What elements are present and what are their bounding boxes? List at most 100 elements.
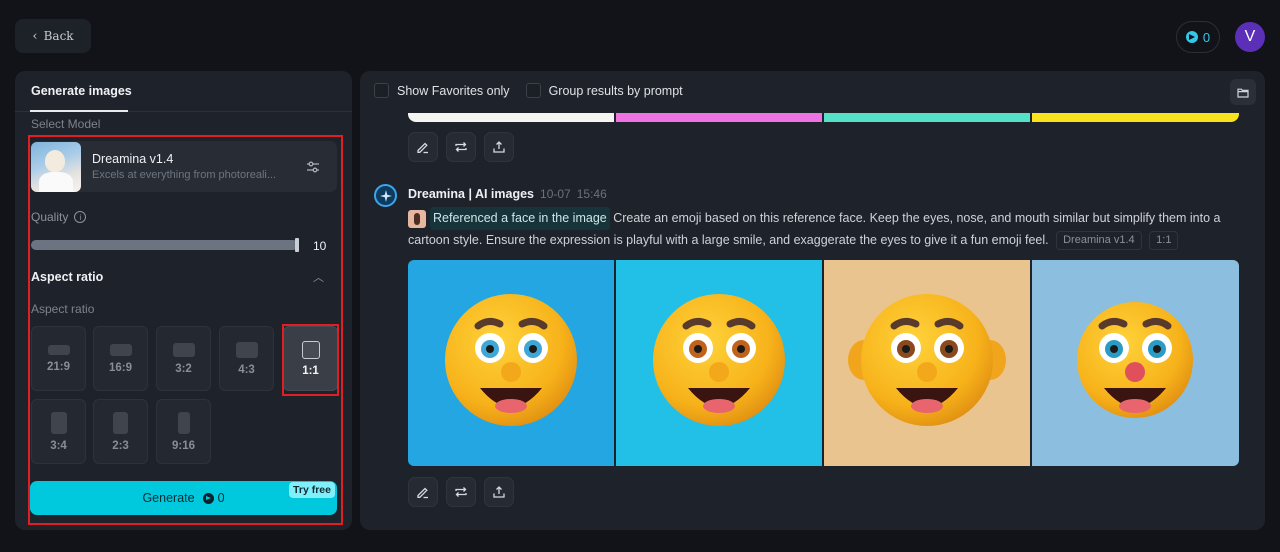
ratio-4-3-icon [235,341,258,358]
model-description: Excels at everything from photoreali... [92,169,277,181]
result-image-4[interactable] [1032,260,1239,466]
export-button[interactable] [484,132,514,162]
folder-icon [1237,88,1249,98]
repeat-icon [455,487,467,497]
quality-slider-fill [31,240,298,250]
emoji-image [616,260,822,466]
ratio-option-2-3[interactable]: 2:3 [93,399,148,464]
ratio-21-9-icon [47,344,70,355]
result-actions [408,477,514,507]
ratio-option-1-1[interactable]: 1:1 [283,326,338,391]
ratio-3-4-icon [50,411,67,434]
emoji-image [408,260,614,466]
upload-icon [493,486,505,498]
generate-button[interactable]: Generate 0 Try free [30,481,337,515]
quality-value: 10 [313,239,327,253]
generate-cost: 0 [217,491,225,505]
ratio-label: 16:9 [108,361,133,374]
model-thumbnail [31,141,81,192]
show-favorites-toggle[interactable]: Show Favorites only [374,83,510,98]
ratio-16-9-icon [109,343,132,356]
quality-label-text: Quality [31,210,69,224]
dreamina-logo-icon [374,184,397,207]
chevron-up-icon[interactable]: ︿ [313,269,324,285]
ratio-label: 4:3 [238,363,255,376]
try-free-badge: Try free [289,482,335,498]
ratio-option-4-3[interactable]: 4:3 [219,326,274,391]
message-prompt: Referenced a face in the image Create an… [408,207,1238,251]
regenerate-button[interactable] [446,477,476,507]
aspect-ratio-section-title: Aspect ratio [31,270,104,284]
active-tab-indicator [30,110,128,112]
previous-result-image[interactable] [824,113,1030,122]
edit-button[interactable] [408,132,438,162]
pencil-icon [417,487,428,499]
folder-button[interactable] [1230,79,1256,105]
tab-generate-images[interactable]: Generate images [31,84,132,98]
ratio-label: 2:3 [112,439,129,452]
ratio-option-21-9[interactable]: 21:9 [31,326,86,391]
reference-label: Referenced a face in the image [430,207,610,230]
pencil-icon [417,142,428,154]
ratio-option-3-4[interactable]: 3:4 [31,399,86,464]
previous-result-actions [408,132,514,162]
group-results-toggle[interactable]: Group results by prompt [525,83,683,98]
aspect-ratio-label: Aspect ratio [31,302,95,316]
model-name: Dreamina v1.4 [92,152,174,166]
avatar[interactable]: V [1235,22,1265,52]
emoji-image [824,260,1030,466]
ratio-label: 3:4 [50,439,67,452]
credits-count: 0 [1202,29,1211,45]
result-image-3[interactable] [824,260,1030,466]
ratio-option-9-16[interactable]: 9:16 [156,399,211,464]
message-date: 10-07 [540,187,571,201]
results-panel: Show Favorites only Group results by pro… [360,71,1265,530]
result-image-2[interactable] [616,260,822,466]
quality-slider[interactable] [31,238,299,252]
previous-result-image[interactable] [408,113,614,122]
regenerate-button[interactable] [446,132,476,162]
back-label: Back [43,29,74,43]
quality-slider-handle[interactable] [295,238,299,252]
credits-badge[interactable]: 0 [1176,21,1220,53]
generate-label: Generate [142,491,195,505]
reference-face-thumbnail [408,209,426,228]
ratio-label: 9:16 [171,439,196,452]
ratio-option-16-9[interactable]: 16:9 [93,326,148,391]
ratio-label: 1:1 [302,364,319,377]
upload-icon [493,141,505,153]
sliders-icon[interactable] [303,157,323,177]
emoji-image [1032,260,1239,466]
model-selector[interactable]: Dreamina v1.4 Excels at everything from … [30,141,337,192]
ratio-3-2-icon [172,342,195,357]
group-results-checkbox[interactable] [525,83,541,98]
generate-panel: Generate images Select Model Dreamina v1… [15,71,352,530]
edit-button[interactable] [408,477,438,507]
ratio-tag: 1:1 [1149,231,1179,251]
info-icon[interactable]: i [74,211,87,223]
ratio-option-3-2[interactable]: 3:2 [156,326,211,391]
chevron-left-icon: ‹ [32,28,38,44]
quality-label: Quality i [31,210,87,224]
previous-result-image[interactable] [616,113,822,122]
ratio-2-3-icon [113,411,128,434]
show-favorites-checkbox[interactable] [374,83,389,98]
message-sender: Dreamina | AI images [408,187,535,201]
ratio-1-1-icon [301,340,320,359]
reference-chip[interactable]: Referenced a face in the image [408,207,610,230]
show-favorites-label: Show Favorites only [397,83,510,98]
ratio-9-16-icon [177,411,190,434]
select-model-label: Select Model [31,117,101,131]
export-button[interactable] [484,477,514,507]
group-results-label: Group results by prompt [548,83,683,98]
credit-icon [1185,31,1198,43]
message-time: 15:46 [576,187,607,201]
back-button[interactable]: ‹ Back [15,19,91,53]
model-tag: Dreamina v1.4 [1056,231,1142,251]
result-image-1[interactable] [408,260,614,466]
credit-icon [202,492,214,504]
ratio-label: 3:2 [175,362,192,375]
previous-result-image[interactable] [1032,113,1239,122]
message-header: Dreamina | AI images 10-07 15:46 [408,187,607,201]
ratio-label: 21:9 [46,360,71,373]
